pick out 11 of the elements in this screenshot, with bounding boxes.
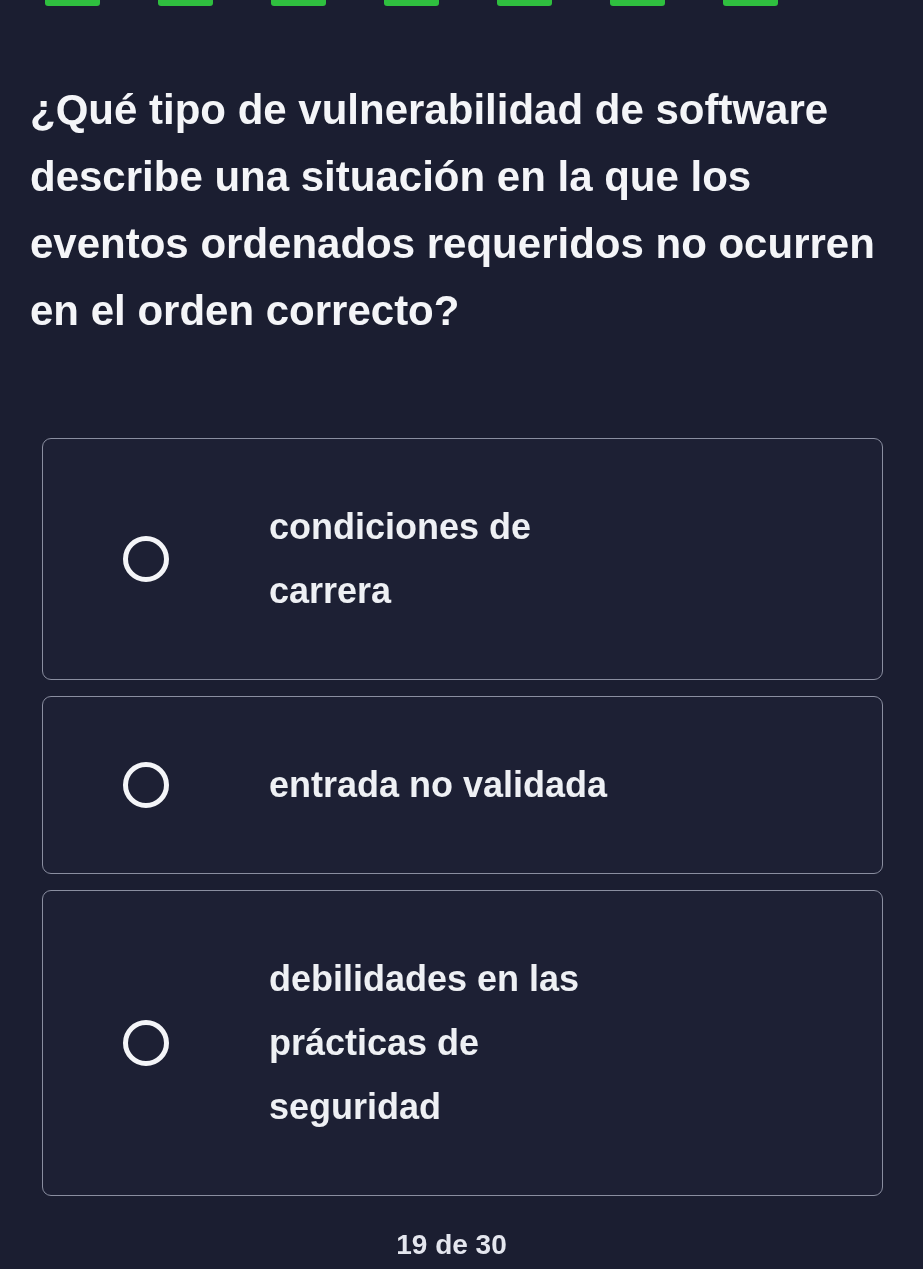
radio-button[interactable] <box>123 1020 169 1066</box>
answer-option[interactable]: condiciones de carrera <box>42 438 883 680</box>
option-label: condiciones de carrera <box>269 505 533 613</box>
question-counter: 19 de 30 <box>396 1229 508 1261</box>
radio-button[interactable] <box>123 536 169 582</box>
question-text: ¿Qué tipo de vulnerabilidad de software describe una situación en la que los eventos ordenados requeridos no ocurren en el orden correcto? <box>30 85 876 336</box>
answer-option[interactable]: debilidades en las prácticas de seguridad <box>42 890 883 1196</box>
option-label: debilidades en las prácticas de seguridad <box>269 957 581 1129</box>
answer-option[interactable]: entrada no validada <box>42 696 883 874</box>
option-label: entrada no validada <box>269 763 609 807</box>
radio-button[interactable] <box>123 762 169 808</box>
